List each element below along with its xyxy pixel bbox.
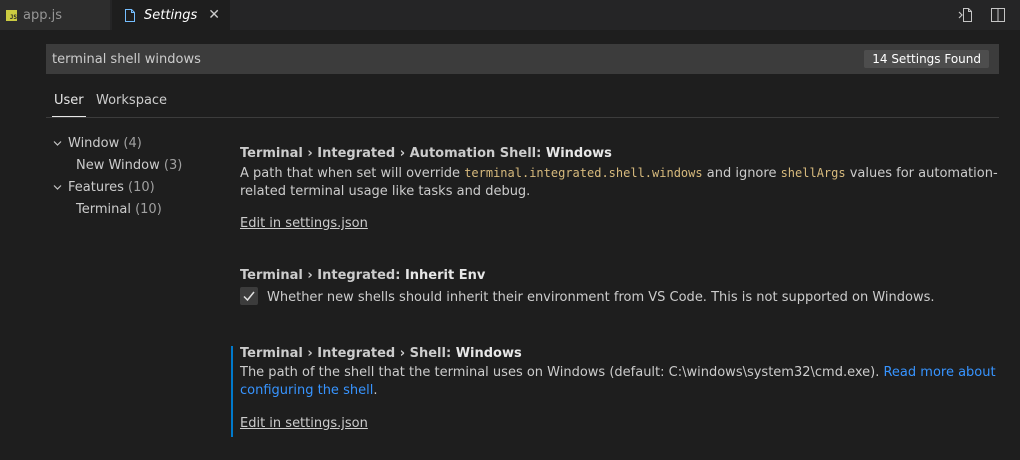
setting-category: Terminal › Integrated: <box>240 268 405 283</box>
split-editor-icon[interactable] <box>990 7 1006 23</box>
chevron-down-icon[interactable] <box>53 183 62 192</box>
tab-user[interactable]: User <box>52 93 86 117</box>
setting-category: Terminal › Integrated › Shell: <box>240 346 456 361</box>
settings-count-badge: 14 Settings Found <box>864 50 989 68</box>
code-reference: shellArgs <box>780 166 846 180</box>
setting-focus-indicator <box>231 346 233 437</box>
close-icon[interactable]: ✕ <box>208 7 220 23</box>
toc-item-window[interactable]: Window (4) <box>68 136 142 151</box>
toc-count: (10) <box>128 180 155 195</box>
toc-count: (10) <box>135 202 162 217</box>
setting-title: Terminal › Integrated: Inherit Env <box>240 268 1000 283</box>
edit-in-settings-json-link[interactable]: Edit in settings.json <box>240 216 368 231</box>
setting-category: Terminal › Integrated › Automation Shell… <box>240 146 546 161</box>
settings-search-bar: 14 Settings Found <box>46 44 999 74</box>
setting-key: Windows <box>545 146 612 161</box>
setting-inherit-env: Terminal › Integrated: Inherit Env <box>240 268 1000 283</box>
toc-label: Terminal <box>76 202 131 217</box>
setting-description: A path that when set will override termi… <box>240 164 1000 201</box>
setting-description: The path of the shell that the terminal … <box>240 364 1000 400</box>
description-text: The path of the shell that the terminal … <box>240 365 884 380</box>
javascript-file-icon: JS <box>6 9 17 21</box>
toc-count: (4) <box>123 136 142 151</box>
open-settings-json-icon[interactable] <box>958 7 974 23</box>
edit-in-settings-json-link[interactable]: Edit in settings.json <box>240 416 368 431</box>
toc-label: Window <box>68 136 120 151</box>
chevron-down-icon[interactable] <box>53 139 62 148</box>
toc-item-features[interactable]: Features (10) <box>68 180 155 195</box>
inherit-env-checkbox[interactable] <box>240 287 258 305</box>
editor-tab-bar: JS app.js Settings ✕ <box>0 0 1020 30</box>
toc-label: Features <box>68 180 124 195</box>
setting-title: Terminal › Integrated › Shell: Windows <box>240 346 1000 361</box>
tab-workspace[interactable]: Workspace <box>96 93 167 108</box>
settings-scope-tabs: User Workspace <box>46 91 999 118</box>
toc-count: (3) <box>163 158 183 173</box>
tab-settings[interactable]: Settings ✕ <box>112 0 230 30</box>
file-icon <box>125 8 135 22</box>
toc-label: New Window <box>76 158 160 173</box>
checkmark-icon <box>243 291 255 302</box>
setting-key: Windows <box>455 346 522 361</box>
setting-shell-windows: Terminal › Integrated › Shell: Windows T… <box>240 346 1000 400</box>
code-reference: terminal.integrated.shell.windows <box>464 166 703 180</box>
description-text: and ignore <box>702 166 781 181</box>
tab-label: app.js <box>23 7 62 23</box>
tab-app-js[interactable]: JS app.js <box>0 0 111 30</box>
toc-item-new-window[interactable]: New Window (3) <box>76 158 182 173</box>
settings-search-input[interactable] <box>46 44 846 74</box>
description-text: A path that when set will override <box>240 166 465 181</box>
setting-description: Whether new shells should inherit their … <box>267 290 935 305</box>
description-text: . <box>373 383 378 398</box>
setting-title: Terminal › Integrated › Automation Shell… <box>240 146 1000 161</box>
editor-actions <box>958 7 1006 23</box>
tab-label: Settings <box>144 7 198 23</box>
setting-automation-shell-windows: Terminal › Integrated › Automation Shell… <box>240 146 1000 201</box>
setting-key: Inherit Env <box>404 268 486 283</box>
toc-item-terminal[interactable]: Terminal (10) <box>76 202 162 217</box>
